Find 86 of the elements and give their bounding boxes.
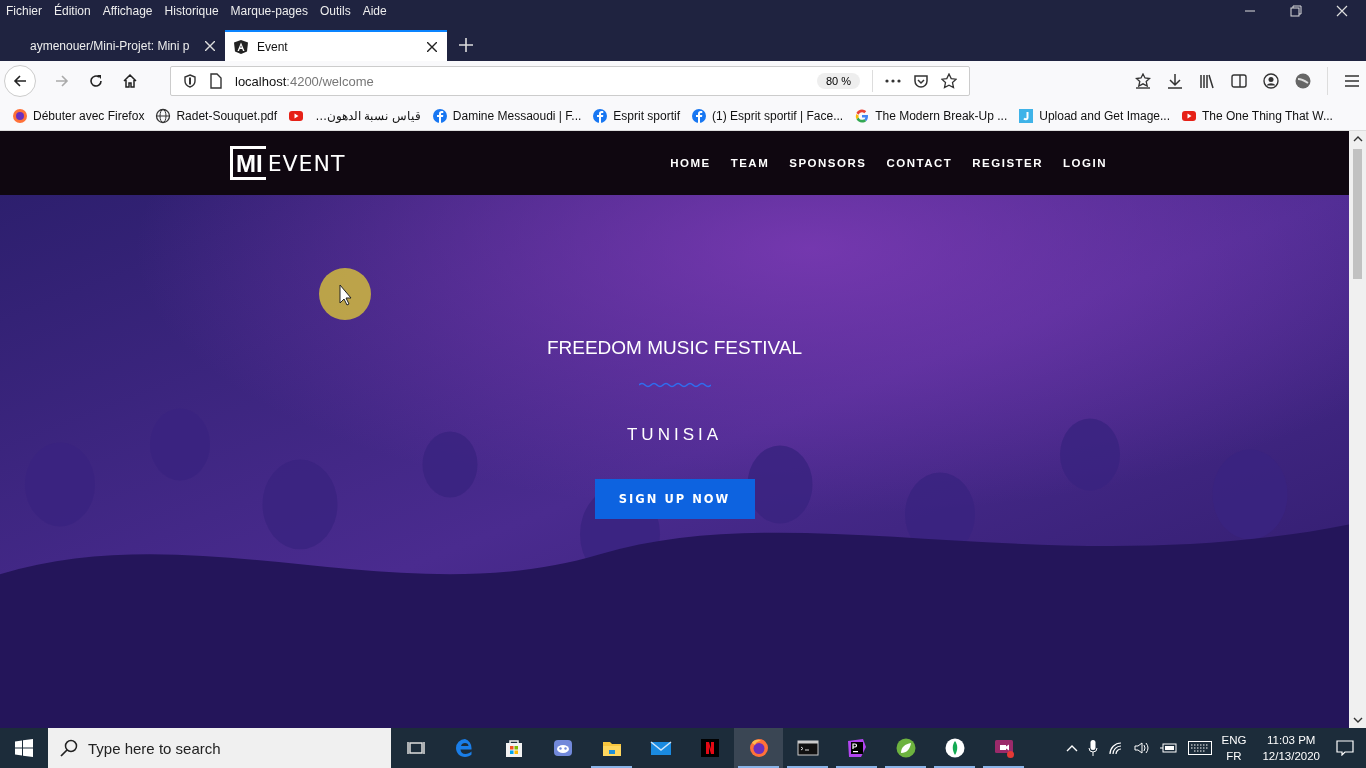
- microphone-icon[interactable]: [1087, 740, 1098, 756]
- scroll-up-icon[interactable]: [1352, 135, 1363, 143]
- sign-up-button[interactable]: SIGN UP NOW: [594, 479, 755, 519]
- wifi-icon[interactable]: [1107, 741, 1124, 755]
- globe-icon: [155, 107, 172, 124]
- bookmark-item[interactable]: Damine Messaoudi | F...: [431, 107, 582, 124]
- cursor-icon: [318, 267, 372, 321]
- speaker-icon[interactable]: [1133, 741, 1150, 755]
- pocket-icon[interactable]: [913, 73, 929, 89]
- google-icon: [854, 107, 871, 124]
- language-indicator[interactable]: ENG FR: [1221, 732, 1247, 764]
- bookmark-item[interactable]: Débuter avec Firefox: [12, 107, 145, 124]
- windows-start-icon[interactable]: [15, 739, 33, 757]
- terminal-icon: [796, 737, 819, 759]
- search-icon: [60, 739, 78, 757]
- menu-item[interactable]: Fichier: [6, 4, 42, 18]
- bookmark-item[interactable]: (1) Esprit sportif | Face...: [691, 107, 844, 124]
- leaf-icon: [894, 737, 917, 759]
- nav-link[interactable]: CONTACT: [886, 157, 953, 169]
- extension-icon[interactable]: [1295, 73, 1311, 89]
- menu-item[interactable]: Outils: [319, 4, 351, 18]
- hero-title: FREEDOM MUSIC FESTIVAL: [546, 337, 803, 359]
- facebook-icon: [691, 107, 707, 124]
- menu-item[interactable]: Aide: [362, 4, 387, 18]
- game-controller-icon: [551, 737, 574, 759]
- bookmark-item[interactable]: Upload and Get Image...: [1018, 107, 1170, 124]
- menu-icon[interactable]: [1344, 74, 1360, 88]
- plus-icon[interactable]: [459, 38, 473, 52]
- nav-link[interactable]: SPONSORS: [789, 157, 867, 169]
- battery-icon[interactable]: [1159, 742, 1178, 754]
- tab-title: Event: [257, 39, 289, 54]
- code-editor-icon: [845, 737, 868, 759]
- shield-icon: [183, 74, 197, 88]
- scrollbar-thumb[interactable]: [1353, 149, 1362, 279]
- nav-link[interactable]: REGISTER: [972, 157, 1044, 169]
- library-icon[interactable]: [1199, 73, 1215, 89]
- nav-link[interactable]: HOME: [670, 157, 711, 169]
- menu-item[interactable]: Marque-pages: [230, 4, 308, 18]
- firefox-icon: [747, 737, 770, 759]
- bookmark-item[interactable]: قياس نسبة الدهون…: [315, 108, 421, 123]
- browser-tab[interactable]: Event: [225, 30, 447, 61]
- back-icon: [12, 73, 28, 89]
- close-icon[interactable]: [427, 41, 437, 52]
- scroll-down-icon[interactable]: [1352, 716, 1363, 724]
- logo-mark[interactable]: MI: [230, 146, 266, 180]
- nav-link[interactable]: LOGIN: [1063, 157, 1107, 169]
- firefox-icon: [12, 107, 28, 124]
- page-icon: [209, 73, 223, 89]
- hero-subtitle: TUNISIA: [626, 425, 723, 445]
- tab-title: aymenouer/Mini-Projet: Mini p: [30, 38, 191, 53]
- keyboard-icon[interactable]: [1187, 741, 1212, 755]
- menu-item[interactable]: Affichage: [102, 4, 153, 18]
- bookmark-item[interactable]: Esprit sportif: [592, 107, 680, 124]
- facebook-icon: [592, 107, 609, 124]
- sidebar-icon[interactable]: [1231, 73, 1247, 89]
- star-icon[interactable]: [941, 73, 957, 89]
- bookmark-item[interactable]: Radet-Souquet.pdf: [155, 107, 278, 124]
- letter-tile-icon: [1018, 107, 1035, 124]
- restore-icon[interactable]: [1290, 5, 1302, 17]
- clock[interactable]: 11:03 PM 12/13/2020: [1262, 732, 1320, 764]
- video-call-icon: [992, 737, 1015, 759]
- home-icon[interactable]: [122, 73, 138, 89]
- browser-tab[interactable]: aymenouer/Mini-Projet: Mini p: [0, 30, 225, 61]
- url-text: localhost:4200/welcome: [235, 73, 375, 89]
- facebook-icon: [431, 107, 448, 124]
- star-icon[interactable]: [1135, 73, 1151, 89]
- more-icon[interactable]: [885, 79, 901, 83]
- bookmark-item[interactable]: The One Thing That W...: [1181, 107, 1333, 124]
- notification-icon[interactable]: [1336, 740, 1354, 756]
- menu-item[interactable]: Édition: [54, 4, 91, 18]
- reload-icon[interactable]: [88, 73, 104, 89]
- logo-text[interactable]: EVENT: [267, 150, 346, 176]
- nav-link[interactable]: TEAM: [730, 157, 770, 169]
- search-field[interactable]: Type here to search: [48, 728, 391, 768]
- shield-icon: [233, 38, 249, 55]
- zoom-level[interactable]: 80 %: [816, 73, 860, 89]
- leaf-icon: [943, 737, 966, 759]
- menu-item[interactable]: Historique: [164, 4, 219, 18]
- download-icon[interactable]: [1167, 73, 1183, 89]
- streaming-app-icon: [698, 737, 721, 759]
- scrollbar[interactable]: [1349, 131, 1366, 728]
- bookmark-item[interactable]: The Modern Break-Up ...: [854, 107, 1008, 124]
- chevron-up-icon[interactable]: [1065, 744, 1078, 752]
- account-icon[interactable]: [1263, 73, 1279, 89]
- back-button[interactable]: [4, 65, 36, 97]
- address-bar[interactable]: localhost:4200/welcome 80 %: [170, 66, 970, 96]
